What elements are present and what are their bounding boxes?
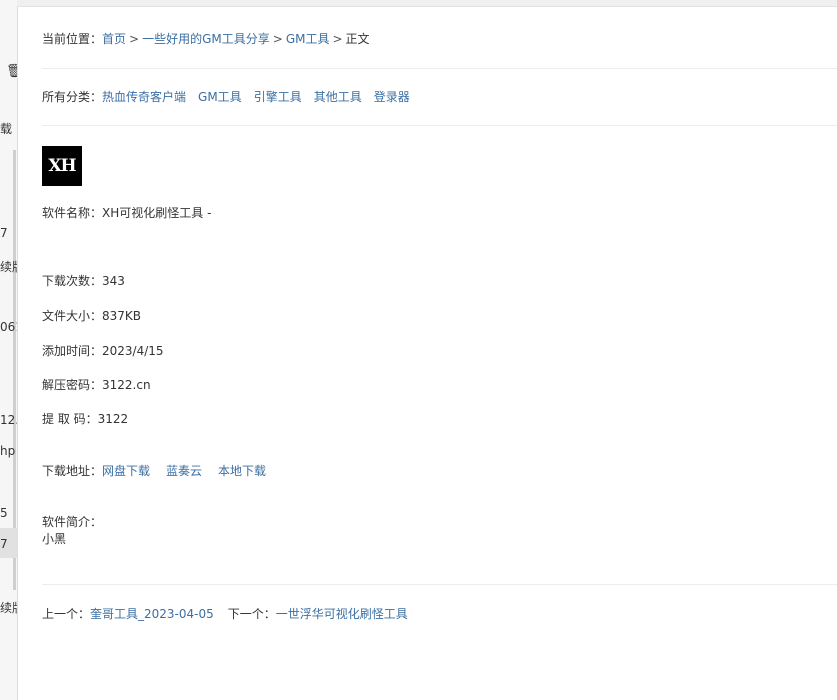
fragment-text: 7: [0, 226, 8, 240]
breadcrumb-home[interactable]: 首页: [102, 32, 126, 46]
trash-icon[interactable]: 🗑: [6, 64, 17, 79]
extract-code-label: 提 取 码：: [42, 412, 98, 426]
background-window-strip: 🗑 载 7 续版 061 12.0 hp 5 7 续版: [0, 0, 18, 700]
divider: [42, 125, 837, 126]
extract-code: 3122: [97, 412, 129, 426]
next-label: 下一个：: [227, 607, 276, 621]
added-time-label: 添加时间：: [42, 344, 103, 358]
divider: [42, 584, 837, 585]
breadcrumb-current: 正文: [345, 32, 370, 46]
post-navigation: 上一个：奎哥工具_2023-04-05 下一个：一世浮华可视化刷怪工具: [42, 605, 408, 623]
fragment-text: hp: [0, 444, 16, 458]
unzip-password-label: 解压密码：: [42, 378, 103, 392]
file-size-row: 文件大小：837KB: [42, 307, 141, 325]
file-size: 837KB: [102, 309, 142, 323]
file-size-label: 文件大小：: [42, 309, 103, 323]
fragment-text: 5: [0, 506, 8, 520]
added-time: 2023/4/15: [102, 344, 164, 358]
breadcrumb-separator: >: [332, 32, 343, 46]
category-launcher[interactable]: 登录器: [374, 90, 410, 104]
category-engine-tools[interactable]: 引擎工具: [254, 90, 302, 104]
prev-label: 上一个：: [42, 607, 91, 621]
scrollbar[interactable]: [13, 150, 16, 590]
category-gm-tools[interactable]: GM工具: [198, 90, 242, 104]
prev-post-link[interactable]: 奎哥工具_2023-04-05: [90, 607, 214, 621]
intro-text: 小黑: [42, 532, 67, 546]
unzip-password: 3122.cn: [102, 378, 151, 392]
download-links-row: 下载地址：网盘下载 蓝奏云 本地下载: [42, 462, 282, 480]
software-name-label: 软件名称：: [42, 206, 103, 220]
software-logo: XH: [42, 146, 82, 186]
fragment-text: 续版: [0, 260, 17, 274]
download-count-label: 下载次数：: [42, 274, 103, 288]
breadcrumb-separator: >: [272, 32, 283, 46]
category-list: 所有分类：热血传奇客户端 GM工具 引擎工具 其他工具 登录器: [42, 88, 422, 106]
lanzou-download-link[interactable]: 蓝奏云: [166, 464, 202, 478]
category-client[interactable]: 热血传奇客户端: [102, 90, 186, 104]
fragment-text: 061: [0, 320, 17, 334]
breadcrumb: 当前位置：首页 > 一些好用的GM工具分享 > GM工具 > 正文: [42, 30, 370, 48]
divider: [42, 68, 837, 69]
added-time-row: 添加时间：2023/4/15: [42, 342, 164, 360]
netdisk-download-link[interactable]: 网盘下载: [102, 464, 150, 478]
category-other-tools[interactable]: 其他工具: [314, 90, 362, 104]
extract-code-row: 提 取 码：3122: [42, 410, 128, 428]
local-download-link[interactable]: 本地下载: [218, 464, 266, 478]
fragment-text: 续版: [0, 601, 17, 615]
breadcrumb-gm-tools[interactable]: GM工具: [286, 32, 330, 46]
fragment-text: 7: [0, 537, 8, 551]
fragment-text: 载: [0, 122, 13, 136]
breadcrumb-share[interactable]: 一些好用的GM工具分享: [142, 32, 270, 46]
software-name: XH可视化刷怪工具 -: [102, 206, 212, 220]
download-count: 343: [102, 274, 125, 288]
breadcrumb-separator: >: [129, 32, 140, 46]
download-links-label: 下载地址：: [42, 464, 103, 478]
intro-label: 软件简介：: [42, 515, 103, 529]
next-post-link[interactable]: 一世浮华可视化刷怪工具: [276, 607, 408, 621]
breadcrumb-label: 当前位置：: [42, 32, 103, 46]
software-name-row: 软件名称：XH可视化刷怪工具 -: [42, 204, 211, 222]
unzip-password-row: 解压密码：3122.cn: [42, 376, 151, 394]
category-label: 所有分类：: [42, 90, 103, 104]
window-top-edge: [17, 0, 837, 7]
download-count-row: 下载次数：343: [42, 272, 125, 290]
fragment-text: 12.0: [0, 413, 17, 427]
